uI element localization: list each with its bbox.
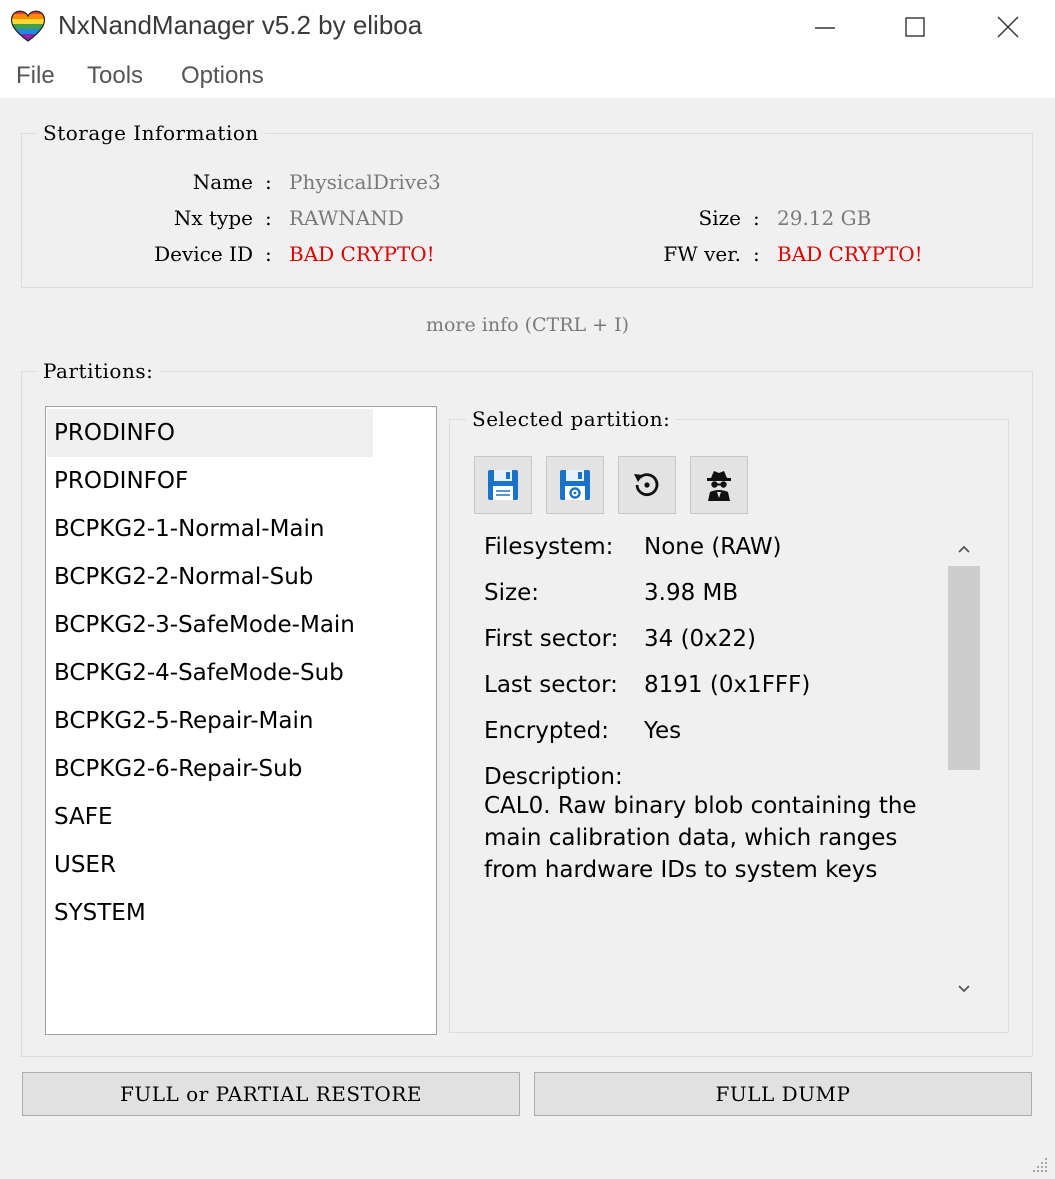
description-label: Description:: [484, 764, 623, 790]
partition-item-system[interactable]: SYSTEM: [47, 889, 373, 937]
partition-item-bcpkg2-4[interactable]: BCPKG2-4-SafeMode-Sub: [47, 649, 373, 697]
last-sector-value: 8191 (0x1FFF): [644, 672, 811, 698]
size-value: 29.12 GB: [777, 206, 872, 230]
filesystem-label: Filesystem:: [484, 534, 614, 560]
partition-item-user[interactable]: USER: [47, 841, 373, 889]
details-scrollbar[interactable]: [947, 530, 981, 1006]
nxtype-label: Nx type: [173, 206, 253, 230]
minimize-button[interactable]: [779, 0, 871, 54]
size-label: Size: [698, 206, 741, 230]
first-sector-value: 34 (0x22): [644, 626, 757, 652]
restore-partition-button[interactable]: [618, 456, 676, 514]
chevron-down-icon: [958, 985, 970, 993]
partition-item-bcpkg2-5[interactable]: BCPKG2-5-Repair-Main: [47, 697, 373, 745]
name-separator: :: [265, 170, 272, 194]
partition-item-prodinfof[interactable]: PRODINFOF: [47, 457, 373, 505]
menu-file[interactable]: File: [16, 62, 55, 90]
name-value: PhysicalDrive3: [289, 170, 441, 194]
partition-item-bcpkg2-3[interactable]: BCPKG2-3-SafeMode-Main: [47, 601, 373, 649]
menu-tools[interactable]: Tools: [87, 62, 143, 90]
nxtype-separator: :: [265, 206, 272, 230]
partition-item-bcpkg2-2[interactable]: BCPKG2-2-Normal-Sub: [47, 553, 373, 601]
fwver-separator: :: [753, 242, 760, 266]
name-label: Name: [192, 170, 253, 194]
full-partial-restore-button[interactable]: FULL or PARTIAL RESTORE: [22, 1072, 520, 1116]
encrypted-value: Yes: [644, 718, 682, 744]
menu-options[interactable]: Options: [181, 62, 264, 90]
encrypted-label: Encrypted:: [484, 718, 609, 744]
save-settings-icon: [560, 470, 590, 500]
save-icon: [488, 470, 518, 500]
maximize-button[interactable]: [869, 0, 961, 54]
size-value-partition: 3.98 MB: [644, 580, 739, 606]
deviceid-label: Device ID: [154, 242, 253, 266]
maximize-icon: [905, 17, 925, 37]
full-dump-button[interactable]: FULL DUMP: [534, 1072, 1032, 1116]
restore-icon: [634, 473, 659, 497]
partition-item-safe[interactable]: SAFE: [47, 793, 373, 841]
size-separator: :: [753, 206, 760, 230]
menu-bar: File Tools Options: [0, 54, 1055, 98]
scroll-down-button[interactable]: [947, 972, 981, 1006]
more-info-link[interactable]: more info (CTRL + I): [0, 314, 1055, 336]
partitions-title: Partitions:: [37, 359, 160, 383]
first-sector-label: First sector:: [484, 626, 619, 652]
deviceid-separator: :: [265, 242, 272, 266]
heart-icon: [10, 10, 46, 42]
scroll-thumb[interactable]: [948, 566, 980, 770]
size-label-partition: Size:: [484, 580, 539, 606]
spy-icon: [707, 471, 731, 501]
storage-info-title: Storage Information: [37, 121, 265, 145]
filesystem-value: None (RAW): [644, 534, 782, 560]
resize-grip-icon[interactable]: [1030, 1155, 1050, 1175]
selected-partition-title: Selected partition:: [466, 407, 677, 431]
partition-item-bcpkg2-1[interactable]: BCPKG2-1-Normal-Main: [47, 505, 373, 553]
window-title: NxNandManager v5.2 by eliboa: [58, 10, 423, 40]
chevron-up-icon: [958, 545, 970, 553]
partition-item-prodinfo[interactable]: PRODINFO: [47, 409, 373, 457]
close-button[interactable]: [962, 0, 1054, 54]
partition-item-bcpkg2-6[interactable]: BCPKG2-6-Repair-Sub: [47, 745, 373, 793]
fwver-label: FW ver.: [663, 242, 741, 266]
title-bar: NxNandManager v5.2 by eliboa: [0, 0, 1055, 54]
partition-list[interactable]: PRODINFO PRODINFOF BCPKG2-1-Normal-Main …: [45, 406, 437, 1035]
dump-partition-options-button[interactable]: [546, 456, 604, 514]
close-icon: [997, 16, 1019, 38]
minimize-icon: [815, 27, 835, 29]
last-sector-label: Last sector:: [484, 672, 618, 698]
dump-partition-button[interactable]: [474, 456, 532, 514]
fwver-value: BAD CRYPTO!: [777, 242, 923, 266]
deviceid-value: BAD CRYPTO!: [289, 242, 435, 266]
partition-details-panel: Filesystem: None (RAW) Size: 3.98 MB Fir…: [473, 530, 981, 1006]
description-value: CAL0. Raw binary blob containing the mai…: [484, 793, 917, 883]
scroll-up-button[interactable]: [947, 532, 981, 566]
decrypt-partition-button[interactable]: [690, 456, 748, 514]
nxtype-value: RAWNAND: [289, 206, 404, 230]
